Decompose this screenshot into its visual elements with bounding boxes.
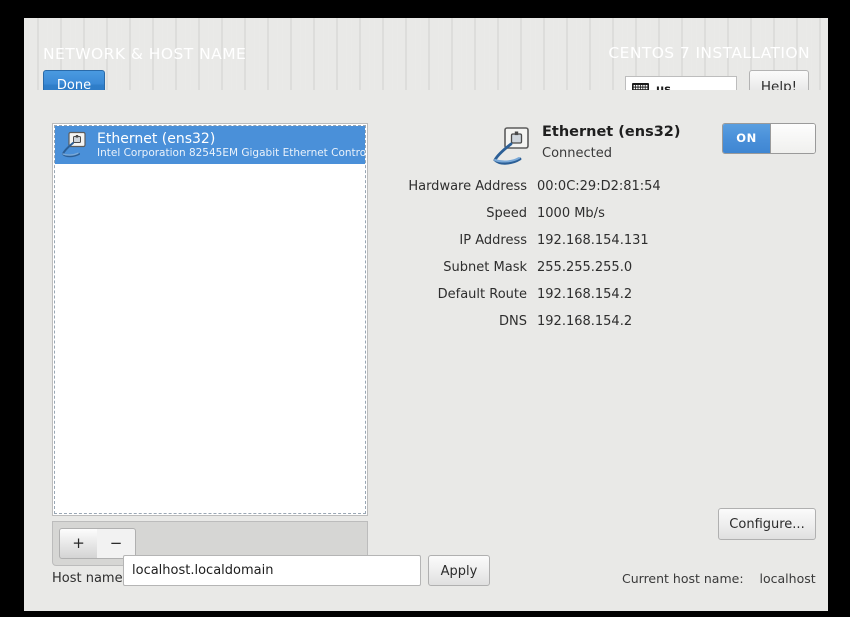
device-list[interactable]: Ethernet (ens32) Intel Corporation 82545… <box>52 123 368 516</box>
wired-network-icon <box>61 131 86 158</box>
toggle-knob <box>770 124 815 153</box>
property-row: Speed 1000 Mb/s <box>384 206 800 233</box>
property-label: DNS <box>499 314 527 329</box>
installation-title: CENTOS 7 INSTALLATION <box>608 44 810 62</box>
configure-button[interactable]: Configure... <box>718 508 816 540</box>
property-row: DNS 192.168.154.2 <box>384 314 800 341</box>
screen-root: NETWORK & HOST NAME Done CENTOS 7 INSTAL… <box>0 0 850 617</box>
property-label: Default Route <box>437 287 527 302</box>
list-item-title: Ethernet (ens32) <box>97 130 216 147</box>
keyboard-layout-label: us <box>656 82 672 90</box>
current-hostname: Current host name: localhost <box>622 571 816 586</box>
page-title: NETWORK & HOST NAME <box>43 45 247 63</box>
network-properties: Hardware Address 00:0C:29:D2:81:54 Speed… <box>384 179 800 341</box>
property-value: 192.168.154.2 <box>537 287 633 302</box>
installer-window: NETWORK & HOST NAME Done CENTOS 7 INSTAL… <box>24 18 828 611</box>
hostname-label: Host name: <box>52 571 127 586</box>
property-row: Default Route 192.168.154.2 <box>384 287 800 314</box>
property-label: IP Address <box>459 233 527 248</box>
network-enable-toggle[interactable]: ON <box>722 123 816 154</box>
keyboard-icon <box>632 83 649 90</box>
list-item-subtitle: Intel Corporation 82545EM Gigabit Ethern… <box>97 146 365 159</box>
wired-network-icon <box>493 127 529 165</box>
detail-header: Ethernet (ens32) Connected ON <box>384 123 816 173</box>
hostname-input[interactable] <box>123 555 421 586</box>
keyboard-layout-indicator[interactable]: us <box>625 76 737 90</box>
toggle-on-label: ON <box>723 124 770 153</box>
help-button[interactable]: Help! <box>749 70 809 90</box>
device-panel: Ethernet (ens32) Intel Corporation 82545… <box>52 123 368 566</box>
content-area: Ethernet (ens32) Intel Corporation 82545… <box>24 90 828 611</box>
property-value: 255.255.255.0 <box>537 260 633 275</box>
property-row: Subnet Mask 255.255.255.0 <box>384 260 800 287</box>
property-value: 00:0C:29:D2:81:54 <box>537 179 661 194</box>
device-detail-panel: Ethernet (ens32) Connected ON Hardware A… <box>384 123 816 566</box>
apply-button[interactable]: Apply <box>428 555 490 586</box>
property-label: Speed <box>486 206 527 221</box>
property-label: Subnet Mask <box>443 260 527 275</box>
device-list-focus-outline <box>54 125 366 514</box>
property-value: 192.168.154.2 <box>537 314 633 329</box>
property-label: Hardware Address <box>408 179 527 194</box>
property-value: 192.168.154.131 <box>537 233 649 248</box>
current-hostname-value: localhost <box>759 571 816 586</box>
header-bar: NETWORK & HOST NAME Done CENTOS 7 INSTAL… <box>24 18 828 90</box>
detail-title: Ethernet (ens32) <box>542 124 681 140</box>
current-hostname-label: Current host name: <box>622 571 744 586</box>
add-device-button[interactable]: + <box>59 528 98 559</box>
property-row: Hardware Address 00:0C:29:D2:81:54 <box>384 179 800 206</box>
property-value: 1000 Mb/s <box>537 206 605 221</box>
done-button[interactable]: Done <box>43 70 105 90</box>
list-item[interactable]: Ethernet (ens32) Intel Corporation 82545… <box>55 126 365 164</box>
list-item-text: Ethernet (ens32) Intel Corporation 82545… <box>97 131 365 160</box>
property-row: IP Address 192.168.154.131 <box>384 233 800 260</box>
detail-status: Connected <box>542 146 613 161</box>
